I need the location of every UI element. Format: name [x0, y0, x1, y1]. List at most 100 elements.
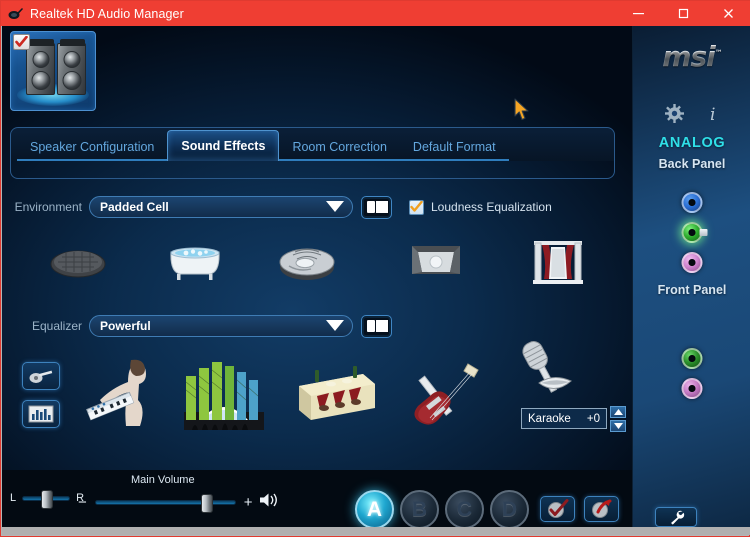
tab-label: Sound Effects [181, 139, 266, 153]
jack-ring [681, 348, 702, 369]
equalizer-row: Equalizer Powerful [2, 315, 391, 337]
device-active-check-icon [13, 34, 30, 50]
action-buttons [540, 496, 619, 522]
karaoke-microphone-icon[interactable] [515, 339, 579, 410]
msi-logo-text: msi [662, 40, 715, 73]
jack-blue-line-in[interactable] [681, 192, 702, 213]
auditorium-icon[interactable] [530, 237, 586, 292]
main-volume-title: Main Volume [131, 474, 195, 486]
electric-guitar-icon[interactable] [408, 362, 484, 435]
karaoke-value: +0 [586, 412, 600, 425]
device-thumbnail[interactable] [10, 31, 96, 111]
guitar-preset-icon[interactable] [22, 362, 60, 390]
tab-speaker-configuration[interactable]: Speaker Configuration [17, 134, 168, 161]
preview-block-icon [376, 201, 388, 213]
volume-increase-button[interactable]: + [244, 494, 253, 511]
tab-default-format[interactable]: Default Format [399, 134, 509, 161]
jack-green-headphone[interactable] [681, 348, 702, 369]
karaoke-step-down-button[interactable] [610, 420, 626, 432]
preset-label: A [366, 497, 383, 521]
close-button[interactable] [706, 1, 750, 26]
balance-slider-track[interactable] [22, 489, 71, 509]
balance-slider-thumb[interactable] [41, 489, 54, 509]
tab-room-correction[interactable]: Room Correction [279, 134, 400, 161]
jack-ring [681, 378, 702, 399]
environment-preview-button[interactable] [362, 196, 391, 218]
preset-button-c[interactable]: C [445, 490, 484, 529]
preset-button-b[interactable]: B [400, 490, 439, 529]
jack-pink-mic-in[interactable] [681, 252, 702, 273]
jack-green-line-out[interactable] [681, 222, 707, 243]
wrench-icon[interactable] [655, 507, 697, 527]
preset-button-d[interactable]: D [490, 490, 529, 529]
environment-row: Environment Padded Cell Loudness Equaliz… [2, 196, 552, 218]
speaker-left-icon [26, 39, 55, 95]
karaoke-label: Karaoke [528, 412, 571, 425]
gear-icon[interactable] [664, 104, 684, 128]
concert-stage-icon[interactable] [182, 360, 266, 437]
tab-panel-frame [10, 159, 615, 179]
front-panel-label: Front Panel [657, 283, 727, 297]
app-icon [5, 1, 27, 26]
speaker-cone-icon [62, 71, 81, 90]
msi-logo: msi™ [633, 40, 750, 73]
environment-dropdown[interactable]: Padded Cell [89, 196, 353, 218]
jack-ring [681, 192, 702, 213]
maximize-button[interactable] [661, 1, 706, 26]
environment-icon-strip [32, 232, 612, 294]
jack-pink-mic[interactable] [681, 378, 702, 399]
bottom-bar: Main Volume L R − + [2, 470, 632, 535]
reset-undo-button[interactable] [584, 496, 619, 522]
jack-ring [681, 222, 702, 243]
karaoke-step-up-button[interactable] [610, 406, 626, 418]
realtek-audio-manager-window: Realtek HD Audio Manager Speaker Configu… [0, 0, 750, 537]
main-volume-control[interactable]: − + [78, 492, 279, 513]
minimize-button[interactable] [616, 1, 661, 26]
main-volume-slider-thumb[interactable] [200, 494, 213, 513]
equalizer-preview-button[interactable] [362, 315, 391, 337]
tab-sound-effects[interactable]: Sound Effects [167, 130, 280, 161]
tab-label: Speaker Configuration [30, 139, 155, 154]
speaker-cone-icon [31, 71, 50, 90]
info-icon[interactable]: i [706, 104, 720, 128]
equalizer-graph-icon[interactable] [22, 400, 60, 428]
apply-check-button[interactable] [540, 496, 575, 522]
connector-type-label: ANALOG [658, 135, 726, 151]
loudness-equalization-checkbox[interactable] [409, 199, 424, 215]
tab-label: Default Format [412, 139, 496, 154]
balance-left-label: L [10, 492, 17, 504]
main-content: Speaker Configuration Sound Effects Room… [2, 26, 632, 535]
sidebar-background [633, 26, 750, 535]
jack-hole [688, 355, 695, 362]
club-lounge-icon[interactable] [295, 364, 379, 431]
volume-speaker-icon[interactable] [259, 492, 279, 513]
svg-text:i: i [710, 105, 715, 123]
balance-control[interactable]: L R [10, 489, 84, 509]
stone-room-icon[interactable] [275, 241, 339, 288]
equalizer-dropdown[interactable]: Powerful [89, 315, 353, 337]
preset-button-a[interactable]: A [355, 490, 394, 529]
sewer-pipe-icon[interactable] [50, 246, 106, 285]
karaoke-value-field[interactable]: Karaoke +0 [521, 408, 607, 429]
main-volume-slider-track[interactable] [94, 494, 236, 513]
room-icon[interactable] [406, 242, 466, 287]
environment-label: Environment [14, 200, 82, 214]
preset-buttons: A B C D [355, 490, 529, 529]
preview-block-icon [376, 320, 388, 332]
loudness-equalization-control[interactable]: Loudness Equalization [409, 199, 552, 215]
bathroom-icon[interactable] [165, 242, 225, 287]
jack-hole [688, 385, 695, 392]
equalizer-icon-strip [10, 348, 530, 440]
back-panel-label: Back Panel [658, 157, 726, 171]
chevron-down-icon [326, 320, 344, 331]
jack-hole [688, 229, 695, 236]
karaoke-stepper[interactable] [610, 406, 626, 432]
preset-label: C [456, 497, 473, 521]
keyboardist-icon[interactable] [82, 356, 167, 437]
sidebar: msi™ i ANALOG Back Panel Front Panel [632, 26, 750, 535]
mouse-pointer [514, 98, 531, 126]
jack-hole [688, 259, 695, 266]
speaker-right-icon [57, 39, 86, 95]
volume-decrease-button[interactable]: − [78, 494, 87, 511]
loudness-equalization-label: Loudness Equalization [431, 200, 552, 214]
